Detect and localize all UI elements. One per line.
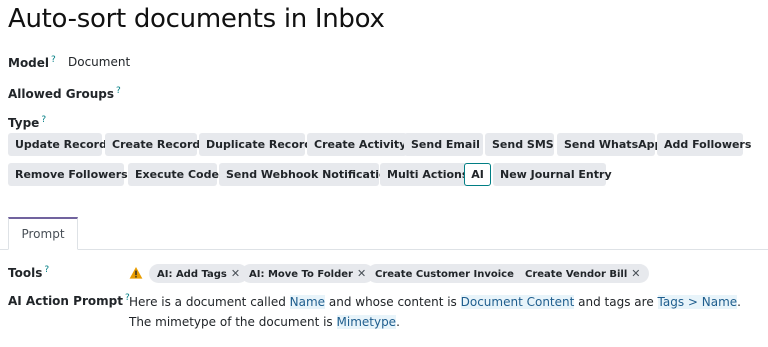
tool-tag-label: Create Vendor Bill [525,269,628,280]
remove-tag-icon[interactable]: ✕ [357,267,366,280]
type-label-text: Type [8,116,40,130]
model-value[interactable]: Document [68,55,130,69]
type-option-multi-actions[interactable]: Multi Actions [380,163,468,186]
prompt-field-tags-name[interactable]: Tags > Name [657,295,738,309]
tools-label: Tools? [8,265,49,280]
tool-tag-label: AI: Move To Folder [249,269,353,280]
type-option-send-email[interactable]: Send Email [404,133,483,156]
type-help-icon[interactable]: ? [41,115,46,125]
remove-tag-icon[interactable]: ✕ [631,267,640,280]
model-label: Model? [8,55,56,70]
type-option-send-webhook[interactable]: Send Webhook Notification [219,163,394,186]
tool-tag-ai-move-to-folder: AI: Move To Folder ✕ [241,264,375,283]
prompt-text: Here is a document called [129,295,290,309]
type-option-update-record[interactable]: Update Record [8,133,107,156]
tab-prompt[interactable]: Prompt [8,217,78,250]
tools-help-icon[interactable]: ? [44,265,49,275]
ai-prompt-label: AI Action Prompt? [8,293,130,308]
tool-tag-create-customer-invoice: Create Customer Invoice✕ [367,264,536,283]
model-label-text: Model [8,56,50,70]
type-option-ai[interactable]: AI [464,163,491,186]
allowed-groups-help-icon[interactable]: ? [116,86,121,96]
tool-tag-ai-add-tags: AI: Add Tags ✕ [149,264,249,283]
tool-tag-label: Create Customer Invoice [375,269,514,280]
type-option-add-followers[interactable]: Add Followers [657,133,751,156]
allowed-groups-label-text: Allowed Groups [8,87,115,101]
tool-tag-label: AI: Add Tags [157,269,227,280]
type-option-new-journal-entry[interactable]: New Journal Entry [493,163,612,186]
type-option-send-whatsapp[interactable]: Send WhatsApp [557,133,662,156]
tools-label-text: Tools [8,266,43,280]
type-label: Type? [8,115,46,130]
tool-tag-create-vendor-bill: Create Vendor Bill ✕ [517,264,649,283]
prompt-text: . [396,315,400,329]
ai-prompt-label-text: AI Action Prompt [8,294,123,308]
allowed-groups-label: Allowed Groups? [8,86,121,101]
page-title: Auto-sort documents in Inbox [8,4,385,34]
prompt-text: and whose content is [325,295,461,309]
warning-icon [129,267,143,279]
type-option-duplicate-record[interactable]: Duplicate Record [199,133,312,156]
tabs-divider [0,249,768,250]
type-option-create-record[interactable]: Create Record [105,133,200,156]
remove-tag-icon[interactable]: ✕ [231,267,240,280]
prompt-field-document-content[interactable]: Document Content [460,295,575,309]
prompt-text: and tags are [574,295,658,309]
prompt-field-mimetype[interactable]: Mimetype [336,315,397,329]
model-help-icon[interactable]: ? [51,55,56,65]
type-option-remove-followers[interactable]: Remove Followers [8,163,128,186]
type-option-execute-code[interactable]: Execute Code [128,163,219,186]
type-option-create-activity[interactable]: Create Activity [307,133,407,156]
prompt-field-name[interactable]: Name [289,295,326,309]
ai-prompt-editor[interactable]: Here is a document called Name and whose… [129,292,765,332]
type-option-send-sms[interactable]: Send SMS [485,133,554,156]
